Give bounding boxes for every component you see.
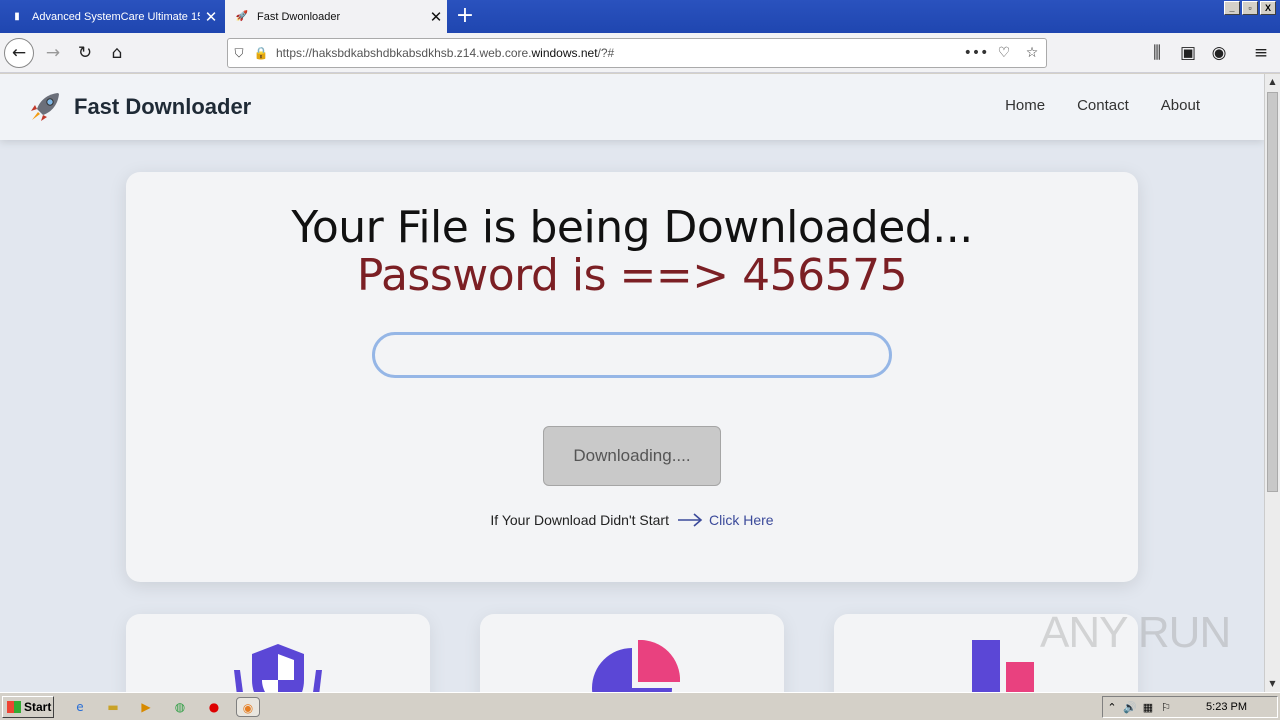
action-center-flag-icon[interactable]: ⚐ bbox=[1157, 701, 1175, 714]
tab-close-icon[interactable]: ✕ bbox=[200, 8, 222, 26]
restore-button[interactable]: ▫ bbox=[1242, 1, 1258, 15]
explorer-folder-icon[interactable]: ▬ bbox=[103, 697, 123, 717]
brand[interactable]: Fast Downloader bbox=[28, 90, 251, 124]
site-header: Fast Downloader Home Contact About bbox=[0, 74, 1264, 140]
feature-card-analytics bbox=[480, 614, 784, 692]
chrome-icon[interactable]: ◍ bbox=[170, 697, 190, 717]
opera-icon[interactable]: ● bbox=[204, 697, 224, 717]
page-actions-icon[interactable]: ••• bbox=[962, 45, 990, 61]
start-button[interactable]: Start bbox=[2, 696, 54, 718]
nav-about-link[interactable]: About bbox=[1161, 97, 1200, 114]
page-favicon-icon: ▮ bbox=[14, 11, 20, 22]
feature-card-security bbox=[126, 614, 430, 692]
rocket-logo-icon bbox=[31, 93, 59, 121]
tab-advanced-systemcare[interactable]: ▮ Advanced SystemCare Ultimate 15 ✕ bbox=[0, 0, 222, 33]
lock-icon[interactable]: 🔒 bbox=[250, 46, 272, 60]
library-icon[interactable]: ⫼ bbox=[1142, 38, 1172, 68]
tab-fast-downloader[interactable]: 🚀 Fast Dwonloader ✕ bbox=[225, 0, 447, 33]
page-scrollbar[interactable]: ▲ ▼ bbox=[1264, 74, 1280, 692]
browser-tab-strip: ▮ Advanced SystemCare Ultimate 15 ✕ 🚀 Fa… bbox=[0, 0, 1280, 33]
sidebar-icon[interactable]: ▣ bbox=[1173, 38, 1203, 68]
downloading-button[interactable]: Downloading.... bbox=[543, 426, 721, 486]
url-domain: windows.net bbox=[531, 46, 598, 60]
menu-hamburger-icon[interactable]: ≡ bbox=[1246, 38, 1276, 68]
rocket-favicon-icon: 🚀 bbox=[235, 11, 249, 22]
download-fallback: If Your Download Didn't Start Click Here bbox=[126, 512, 1138, 528]
new-tab-plus-icon[interactable]: + bbox=[452, 4, 478, 30]
tray-expand-icon[interactable]: ⌃ bbox=[1103, 701, 1121, 714]
tab-close-icon[interactable]: ✕ bbox=[425, 8, 447, 26]
ie-icon[interactable]: e bbox=[70, 697, 90, 717]
url-suffix: /?# bbox=[597, 46, 615, 60]
pocket-icon[interactable]: ♡ bbox=[990, 45, 1018, 61]
media-player-icon[interactable]: ▶ bbox=[136, 697, 156, 717]
volume-icon[interactable]: 🔊 bbox=[1121, 701, 1139, 714]
system-tray: ⌃ 🔊 ▦ ⚐ 5:23 PM bbox=[1102, 696, 1278, 718]
click-here-link[interactable]: Click Here bbox=[709, 512, 774, 528]
network-icon[interactable]: ▦ bbox=[1139, 701, 1157, 714]
bookmark-star-icon[interactable]: ☆ bbox=[1018, 45, 1046, 61]
address-bar[interactable]: ⛉ 🔒 https://haksbdkabshdbkabsdkhsb.z14.w… bbox=[227, 38, 1047, 68]
pie-chart-icon bbox=[592, 640, 680, 692]
right-arrow-icon bbox=[677, 513, 703, 527]
windows-taskbar: Start e ▬ ▶ ◍ ● ◉ ⌃ 🔊 ▦ ⚐ 5:23 PM bbox=[0, 692, 1280, 720]
nav-contact-link[interactable]: Contact bbox=[1077, 97, 1129, 114]
reload-icon[interactable]: ↻ bbox=[70, 38, 100, 68]
home-icon[interactable]: ⌂ bbox=[102, 38, 132, 68]
tray-clock[interactable]: 5:23 PM bbox=[1206, 701, 1247, 713]
firefox-taskbar-icon[interactable]: ◉ bbox=[236, 697, 260, 717]
window-controls: _ ▫ X bbox=[1224, 1, 1276, 15]
download-card: Your File is being Downloaded... Passwor… bbox=[126, 172, 1138, 582]
fallback-text: If Your Download Didn't Start bbox=[490, 512, 669, 528]
browser-toolbar: ← → ↻ ⌂ ⛉ 🔒 https://haksbdkabshdbkabsdkh… bbox=[0, 33, 1280, 73]
nav-home-link[interactable]: Home bbox=[1005, 97, 1045, 114]
scroll-up-arrow-icon[interactable]: ▲ bbox=[1265, 74, 1280, 90]
password-input[interactable] bbox=[372, 332, 892, 378]
scroll-thumb[interactable] bbox=[1267, 92, 1278, 492]
site-nav-links: Home Contact About bbox=[1005, 97, 1200, 114]
url-text[interactable]: https://haksbdkabshdbkabsdkhsb.z14.web.c… bbox=[272, 46, 962, 60]
account-icon[interactable]: ◉ bbox=[1204, 38, 1234, 68]
bar-chart-icon bbox=[972, 640, 1034, 692]
url-prefix: https://haksbdkabshdbkabsdkhsb.z14.web.c… bbox=[276, 46, 532, 60]
password-text: Password is ==> 456575 bbox=[356, 250, 908, 301]
windows-flag-icon bbox=[7, 701, 21, 713]
minimize-button[interactable]: _ bbox=[1224, 1, 1240, 15]
brand-name: Fast Downloader bbox=[74, 94, 252, 119]
page-viewport: Fast Downloader Home Contact About Your … bbox=[0, 74, 1264, 692]
scroll-down-arrow-icon[interactable]: ▼ bbox=[1265, 676, 1280, 692]
tab-title: Advanced SystemCare Ultimate 15 bbox=[32, 10, 200, 23]
back-arrow-icon[interactable]: ← bbox=[4, 38, 34, 68]
forward-arrow-icon[interactable]: → bbox=[38, 38, 68, 68]
anyrun-watermark: ANY RUN bbox=[1040, 608, 1231, 657]
tracking-shield-icon[interactable]: ⛉ bbox=[228, 46, 250, 61]
download-headline: Your File is being Downloaded... bbox=[291, 202, 973, 253]
shield-hands-icon bbox=[234, 644, 322, 692]
tab-title: Fast Dwonloader bbox=[257, 10, 341, 23]
start-label: Start bbox=[24, 700, 52, 714]
close-window-button[interactable]: X bbox=[1260, 1, 1276, 15]
